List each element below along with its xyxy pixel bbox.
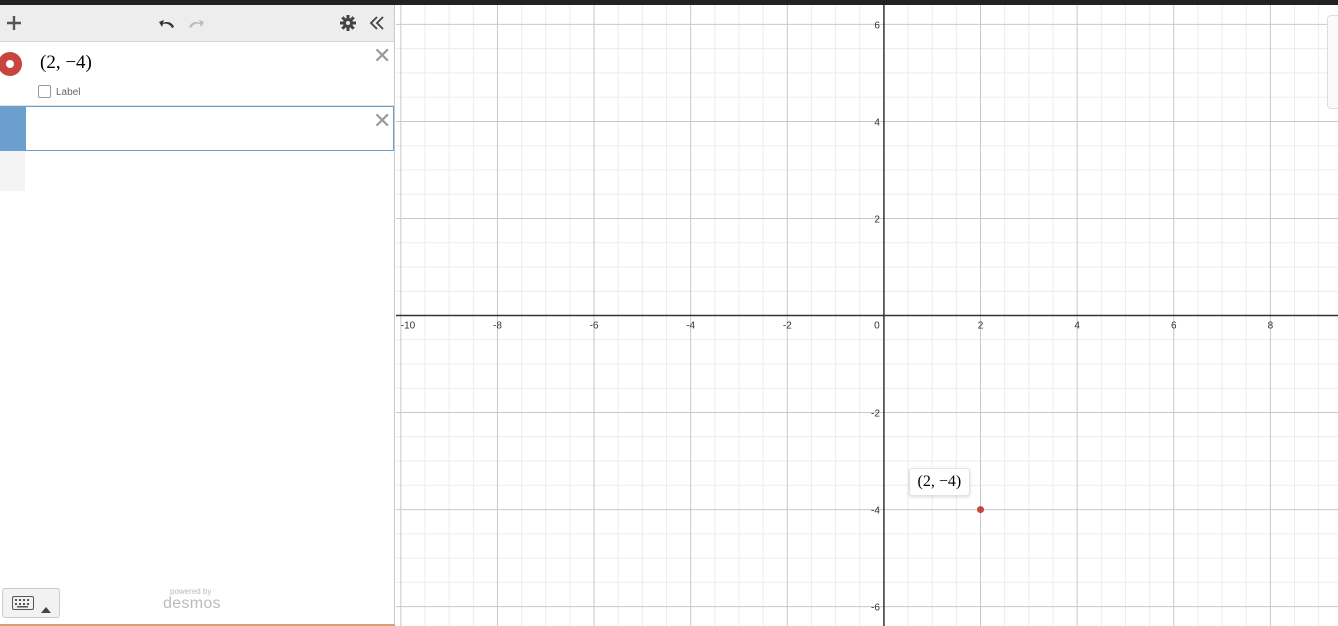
expression-gutter-empty (0, 151, 25, 191)
expression-math[interactable]: (2, −4) (40, 52, 92, 74)
x-tick-label: 0 (874, 321, 880, 332)
expression-panel: (2, −4) Label ✕ ✕ powered by desmos (0, 5, 395, 626)
redo-icon[interactable] (185, 11, 207, 35)
keypad-toggle-button[interactable] (2, 588, 60, 618)
expression-item[interactable]: (2, −4) Label ✕ (0, 42, 394, 106)
expression-color-icon[interactable] (0, 52, 22, 76)
x-tick-label: -10 (401, 321, 416, 332)
graph-canvas[interactable]: -10 -8 -6 -4 -2 0 2 4 6 8 6 4 2 -2 -4 -6 (2, −4) (396, 5, 1338, 626)
graph-settings-tab[interactable] (1327, 15, 1338, 109)
expression-input[interactable] (25, 106, 394, 151)
caret-up-icon (41, 600, 51, 618)
x-tick-label: -2 (783, 321, 792, 332)
gear-icon[interactable] (337, 11, 359, 35)
keyboard-icon (12, 596, 34, 615)
x-tick-label: 2 (978, 321, 984, 332)
expression-toolbar (0, 5, 394, 42)
desmos-logo: desmos (163, 595, 221, 612)
y-tick-label: 4 (874, 117, 880, 128)
y-tick-label: -2 (871, 409, 880, 420)
y-tick-label: 6 (874, 20, 880, 31)
plotted-point (977, 506, 985, 514)
x-tick-label: 6 (1171, 321, 1177, 332)
label-checkbox-text: Label (56, 87, 81, 98)
y-tick-label: -6 (871, 603, 880, 614)
double-chevron-left-icon[interactable] (366, 11, 388, 35)
close-icon[interactable]: ✕ (373, 110, 391, 132)
x-tick-label: 4 (1074, 321, 1080, 332)
expression-gutter (0, 106, 25, 151)
x-tick-label: -4 (686, 321, 695, 332)
point-label-text: (2, −4) (917, 472, 962, 490)
undo-icon[interactable] (156, 11, 178, 35)
close-icon[interactable]: ✕ (373, 45, 391, 67)
y-tick-label: 2 (874, 214, 880, 225)
x-tick-label: -8 (493, 321, 502, 332)
graph-svg[interactable]: -10 -8 -6 -4 -2 0 2 4 6 8 6 4 2 -2 -4 -6 (396, 5, 1338, 626)
label-checkbox[interactable] (38, 85, 51, 98)
plus-icon[interactable] (4, 11, 24, 35)
y-tick-label: -4 (871, 506, 880, 517)
x-tick-label: -6 (590, 321, 599, 332)
x-tick-label: 8 (1268, 321, 1274, 332)
expression-item-active[interactable]: ✕ (0, 106, 394, 151)
point-label[interactable]: (2, −4) (908, 467, 971, 496)
